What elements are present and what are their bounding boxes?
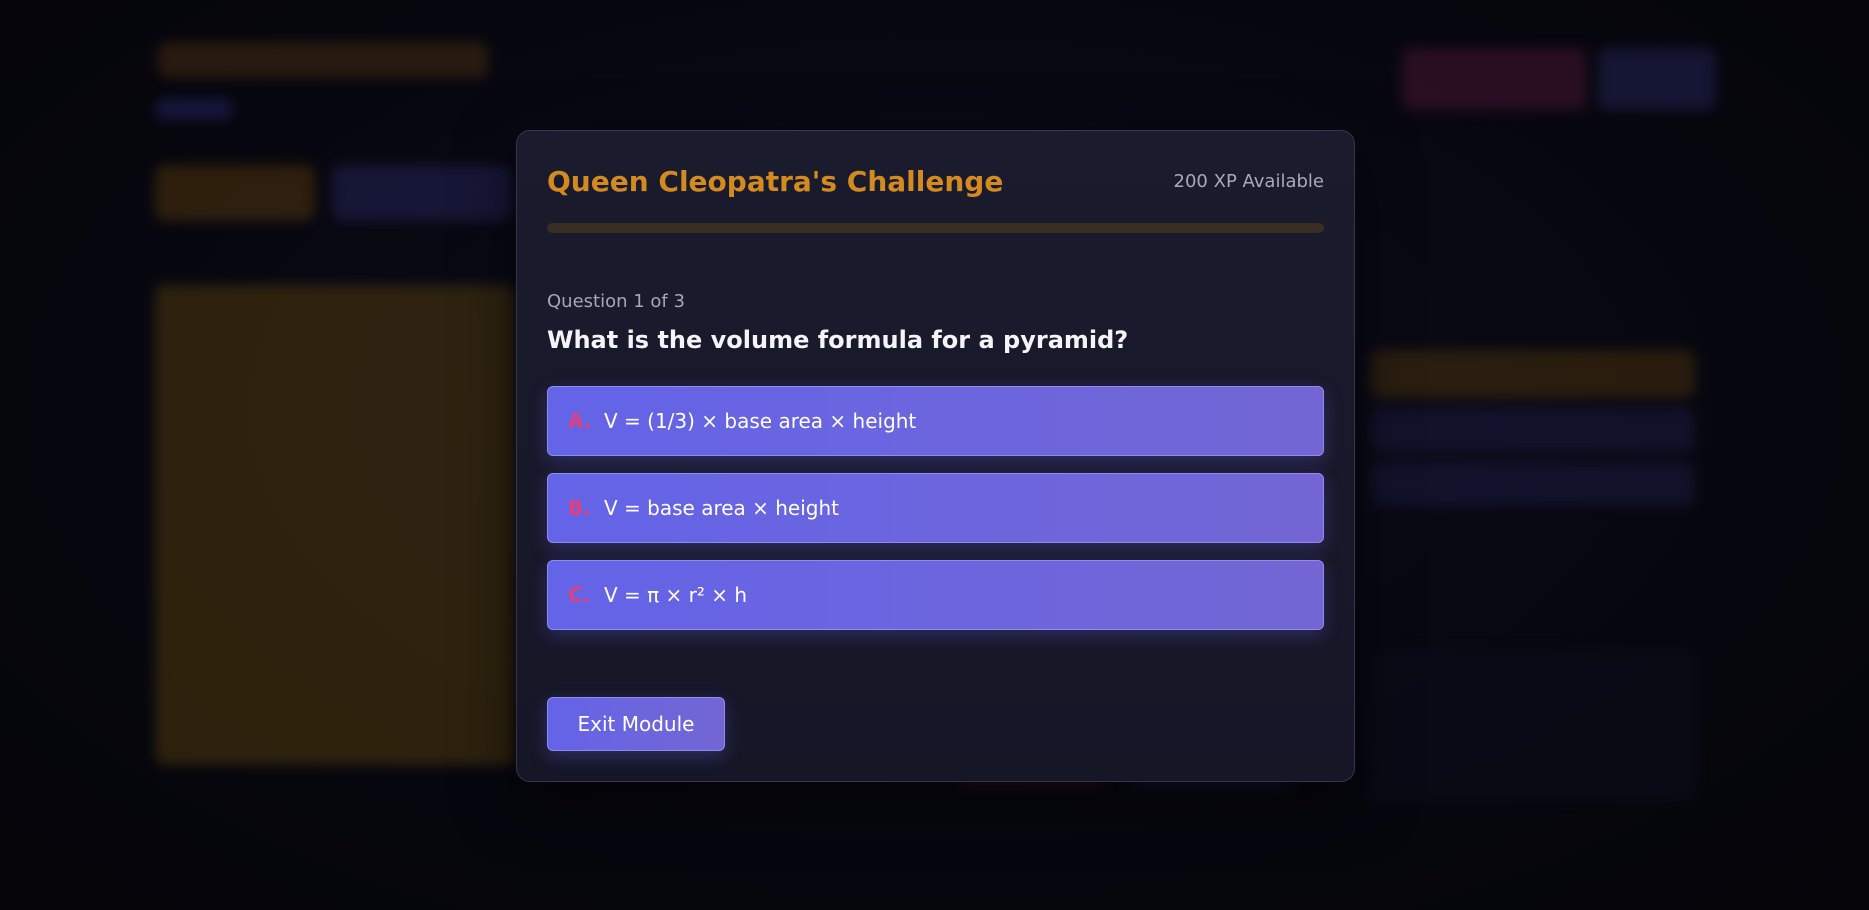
answer-option-c[interactable]: C. V = π × r² × h (547, 560, 1324, 630)
modal-title: Queen Cleopatra's Challenge (547, 164, 1004, 198)
answer-letter: B. (568, 496, 591, 520)
answer-letter: C. (568, 583, 591, 607)
exit-module-button[interactable]: Exit Module (547, 697, 725, 751)
answer-letter: A. (568, 409, 592, 433)
answer-text: V = π × r² × h (604, 583, 748, 607)
answer-text: V = base area × height (604, 496, 840, 520)
question-text: What is the volume formula for a pyramid… (547, 326, 1129, 354)
answer-option-b[interactable]: B. V = base area × height (547, 473, 1324, 543)
answer-text: V = (1/3) × base area × height (604, 409, 917, 433)
answer-list: A. V = (1/3) × base area × height B. V =… (547, 386, 1324, 630)
question-counter: Question 1 of 3 (547, 291, 685, 312)
modal-header: Queen Cleopatra's Challenge 200 XP Avail… (547, 161, 1324, 201)
xp-available-label: 200 XP Available (1173, 170, 1324, 192)
quiz-modal: Queen Cleopatra's Challenge 200 XP Avail… (516, 130, 1355, 782)
quiz-progress-bar (547, 223, 1324, 233)
answer-option-a[interactable]: A. V = (1/3) × base area × height (547, 386, 1324, 456)
